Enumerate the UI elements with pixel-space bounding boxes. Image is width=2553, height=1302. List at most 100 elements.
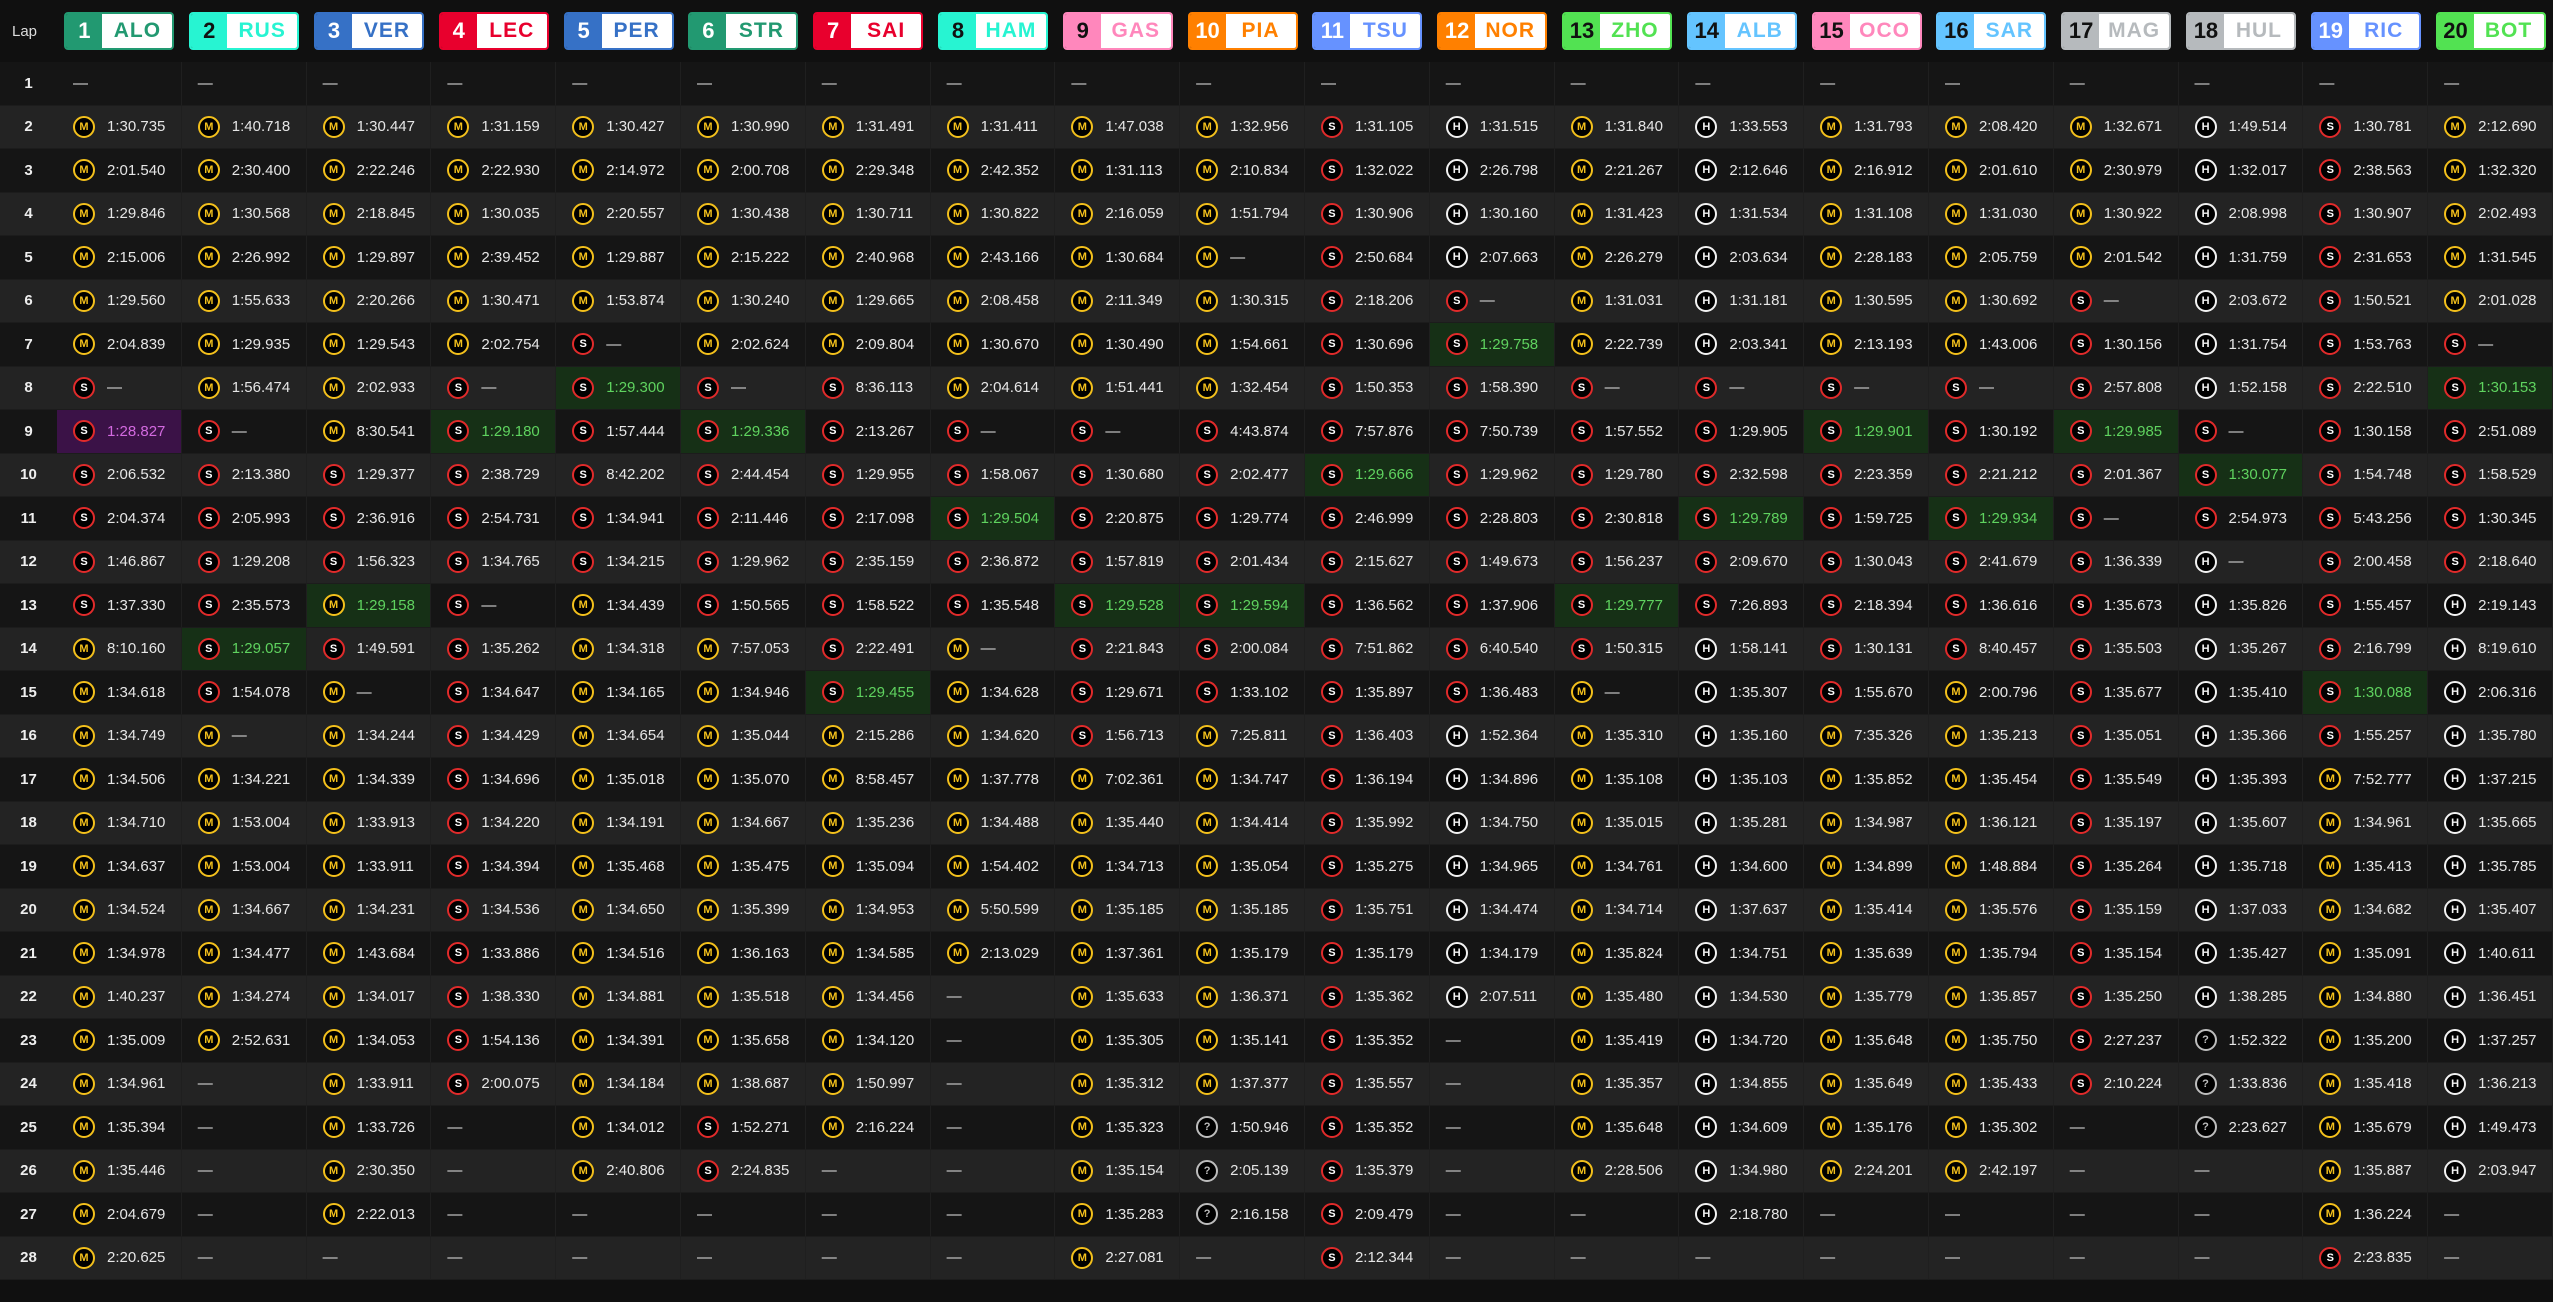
lap-time-cell[interactable]: H 1:35.780 (2428, 714, 2553, 758)
lap-time-cell[interactable]: — (930, 1193, 1056, 1237)
lap-time-cell[interactable]: S 1:36.562 (1304, 584, 1430, 628)
lap-time-cell[interactable]: S 2:00.458 (2303, 540, 2429, 584)
lap-time-cell[interactable]: H 1:34.896 (1429, 758, 1555, 802)
driver-header[interactable]: 16 SAR (1928, 0, 2054, 62)
lap-time-cell[interactable]: H 1:52.158 (2178, 366, 2304, 410)
lap-time-cell[interactable]: M 1:35.185 (1180, 888, 1305, 932)
lap-time-cell[interactable]: S 2:32.598 (1679, 453, 1805, 497)
lap-time-cell[interactable]: S 1:46.867 (57, 540, 182, 584)
lap-time-cell[interactable]: M 1:35.213 (1928, 714, 2054, 758)
lap-time-cell[interactable]: M 2:08.420 (1928, 105, 2054, 149)
lap-time-cell[interactable]: S 1:29.901 (1804, 410, 1929, 454)
lap-time-cell[interactable]: S 2:12.344 (1304, 1236, 1430, 1280)
lap-time-cell[interactable]: S 1:29.208 (181, 540, 307, 584)
lap-time-cell[interactable]: — (431, 1149, 557, 1193)
lap-time-cell[interactable]: S 8:42.202 (556, 453, 681, 497)
lap-time-cell[interactable]: — (431, 1236, 557, 1280)
lap-time-cell[interactable]: S 2:35.573 (181, 584, 307, 628)
lap-time-cell[interactable]: S 1:36.339 (2053, 540, 2179, 584)
lap-time-cell[interactable]: H 2:03.341 (1679, 323, 1805, 367)
lap-time-cell[interactable]: M 1:35.070 (680, 758, 806, 802)
lap-time-cell[interactable]: M 1:34.053 (306, 1019, 432, 1063)
lap-time-cell[interactable]: — (2053, 62, 2179, 106)
lap-time-cell[interactable]: S 1:55.670 (1804, 671, 1929, 715)
lap-time-cell[interactable]: S 1:58.522 (805, 584, 931, 628)
lap-time-cell[interactable]: S 1:35.362 (1304, 975, 1430, 1019)
lap-time-cell[interactable]: S 1:30.131 (1804, 627, 1929, 671)
lap-time-cell[interactable]: M 1:35.440 (1055, 801, 1181, 845)
lap-time-cell[interactable]: M 2:15.006 (57, 236, 182, 280)
driver-badge[interactable]: 19 RIC (2310, 12, 2421, 50)
lap-time-cell[interactable]: S 1:35.197 (2053, 801, 2179, 845)
lap-time-cell[interactable]: M 1:35.015 (1554, 801, 1680, 845)
lap-time-cell[interactable]: M 1:36.371 (1180, 975, 1305, 1019)
lap-time-cell[interactable]: S 1:35.264 (2053, 845, 2179, 889)
lap-time-cell[interactable]: S 2:35.159 (805, 540, 931, 584)
lap-time-cell[interactable]: M 1:34.961 (57, 1062, 182, 1106)
lap-time-cell[interactable]: M 1:53.004 (181, 845, 307, 889)
lap-time-cell[interactable]: M 1:30.490 (1055, 323, 1181, 367)
lap-time-cell[interactable]: M 1:35.649 (1804, 1062, 1929, 1106)
lap-time-cell[interactable]: H 1:37.637 (1679, 888, 1805, 932)
driver-header[interactable]: 5 PER (556, 0, 681, 62)
lap-time-cell[interactable]: M 1:35.518 (680, 975, 806, 1019)
lap-time-cell[interactable]: — (930, 1236, 1056, 1280)
lap-time-cell[interactable]: S 1:36.616 (1928, 584, 2054, 628)
lap-time-cell[interactable]: M 1:32.956 (1180, 105, 1305, 149)
lap-time-cell[interactable]: S 2:50.684 (1304, 236, 1430, 280)
lap-time-cell[interactable]: — (181, 1106, 307, 1150)
lap-time-cell[interactable]: H 1:35.281 (1679, 801, 1805, 845)
lap-time-cell[interactable]: M 2:02.933 (306, 366, 432, 410)
lap-time-cell[interactable]: M 1:37.361 (1055, 932, 1181, 976)
lap-time-cell[interactable]: S 1:29.180 (431, 410, 557, 454)
lap-time-cell[interactable]: S 1:34.765 (431, 540, 557, 584)
lap-time-cell[interactable]: — (431, 1106, 557, 1150)
lap-time-cell[interactable]: S 1:53.763 (2303, 323, 2429, 367)
lap-time-cell[interactable]: M 2:16.059 (1055, 192, 1181, 236)
lap-time-cell[interactable]: S 1:35.677 (2053, 671, 2179, 715)
lap-time-cell[interactable]: M 1:38.687 (680, 1062, 806, 1106)
lap-time-cell[interactable]: — (181, 1236, 307, 1280)
lap-time-cell[interactable]: M 1:43.684 (306, 932, 432, 976)
lap-time-cell[interactable]: M 2:22.739 (1554, 323, 1680, 367)
lap-time-cell[interactable]: H 1:36.451 (2428, 975, 2553, 1019)
lap-time-cell[interactable]: S 1:29.758 (1429, 323, 1555, 367)
lap-time-cell[interactable]: S — (2178, 410, 2304, 454)
lap-time-cell[interactable]: M 2:40.806 (556, 1149, 681, 1193)
lap-time-cell[interactable]: S 2:21.212 (1928, 453, 2054, 497)
lap-time-cell[interactable]: S 1:37.906 (1429, 584, 1555, 628)
lap-time-cell[interactable]: H 1:36.213 (2428, 1062, 2553, 1106)
driver-badge[interactable]: 1 ALO (64, 12, 175, 50)
lap-time-cell[interactable]: H 1:31.759 (2178, 236, 2304, 280)
lap-time-cell[interactable]: M 1:40.237 (57, 975, 182, 1019)
driver-header[interactable]: 12 NOR (1429, 0, 1555, 62)
lap-time-cell[interactable]: H 1:31.754 (2178, 323, 2304, 367)
lap-time-cell[interactable]: M 2:02.624 (680, 323, 806, 367)
lap-time-cell[interactable]: — (431, 62, 557, 106)
lap-time-cell[interactable]: S 1:36.483 (1429, 671, 1555, 715)
lap-time-cell[interactable]: M 1:29.543 (306, 323, 432, 367)
lap-time-cell[interactable]: H 1:34.600 (1679, 845, 1805, 889)
lap-time-cell[interactable]: H 1:35.393 (2178, 758, 2304, 802)
lap-time-cell[interactable]: S 2:41.679 (1928, 540, 2054, 584)
lap-time-cell[interactable]: M 1:35.141 (1180, 1019, 1305, 1063)
lap-time-cell[interactable]: H 1:35.160 (1679, 714, 1805, 758)
lap-time-cell[interactable]: S 6:40.540 (1429, 627, 1555, 671)
lap-time-cell[interactable]: — (1429, 1193, 1555, 1237)
lap-time-cell[interactable]: — (805, 1236, 931, 1280)
lap-time-cell[interactable]: S 1:35.503 (2053, 627, 2179, 671)
lap-time-cell[interactable]: — (181, 1149, 307, 1193)
lap-time-cell[interactable]: H 1:35.826 (2178, 584, 2304, 628)
lap-time-cell[interactable]: M 2:02.754 (431, 323, 557, 367)
driver-badge[interactable]: 3 VER (313, 12, 424, 50)
lap-time-cell[interactable]: M 2:24.201 (1804, 1149, 1929, 1193)
driver-badge[interactable]: 10 PIA (1187, 12, 1298, 50)
lap-time-cell[interactable]: M 1:36.121 (1928, 801, 2054, 845)
lap-time-cell[interactable]: M 1:31.159 (431, 105, 557, 149)
lap-time-cell[interactable]: S 2:17.098 (805, 497, 931, 541)
lap-time-cell[interactable]: S 2:54.973 (2178, 497, 2304, 541)
lap-time-cell[interactable]: S 1:54.136 (431, 1019, 557, 1063)
lap-time-cell[interactable]: M 1:53.874 (556, 279, 681, 323)
lap-time-cell[interactable]: M 2:01.542 (2053, 236, 2179, 280)
lap-time-cell[interactable]: M 1:34.414 (1180, 801, 1305, 845)
